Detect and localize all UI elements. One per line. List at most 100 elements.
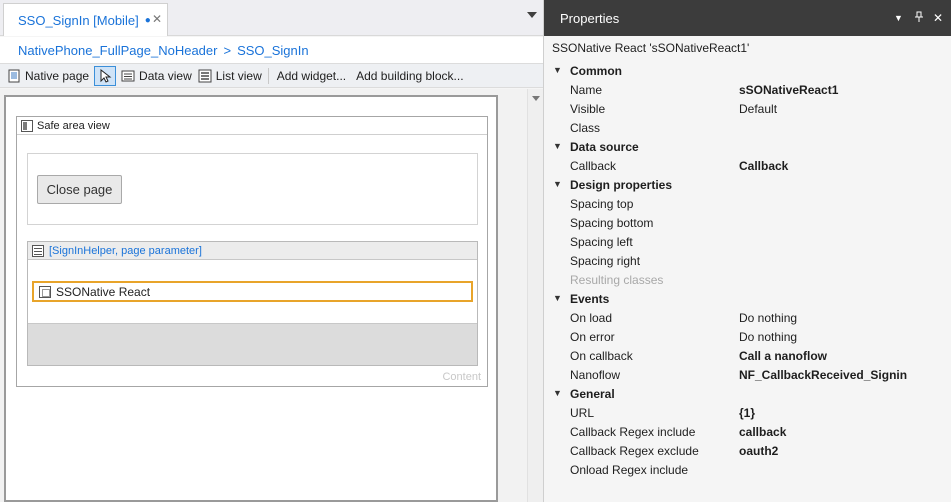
- safe-area-icon: [21, 119, 33, 132]
- property-row[interactable]: URL {1}: [544, 403, 951, 422]
- property-name: Name: [570, 82, 603, 97]
- close-tab-icon[interactable]: ✕: [152, 12, 162, 26]
- property-row[interactable]: On load Do nothing: [544, 308, 951, 327]
- property-value[interactable]: oauth2: [739, 444, 778, 458]
- data-view-label: Data view: [139, 68, 192, 83]
- property-value[interactable]: sSONativeReact1: [739, 83, 838, 97]
- property-name: On error: [570, 329, 615, 344]
- tab-list-dropdown-icon[interactable]: [527, 12, 537, 18]
- properties-pane: Properties ▼ ✕ SSONative React 'sSONativ…: [543, 0, 951, 502]
- property-value[interactable]: Default: [739, 102, 777, 116]
- native-page-icon: [7, 69, 21, 83]
- property-row[interactable]: Callback Regex include callback: [544, 422, 951, 441]
- close-pane-icon[interactable]: ✕: [933, 11, 943, 25]
- property-category[interactable]: ▼ Events: [544, 289, 951, 308]
- list-view-icon: [198, 69, 212, 83]
- page-editor: SSO_SignIn [Mobile] ● ✕ NativePhone_Full…: [0, 0, 543, 502]
- select-pointer-button[interactable]: [94, 65, 117, 86]
- properties-subtitle: SSONative React 'sSONativeReact1': [552, 41, 750, 55]
- document-tab-strip: SSO_SignIn [Mobile] ● ✕: [0, 0, 543, 36]
- property-value[interactable]: Do nothing: [739, 311, 797, 325]
- property-row[interactable]: Spacing left: [544, 232, 951, 251]
- property-value[interactable]: {1}: [739, 406, 755, 420]
- properties-title: Properties: [560, 10, 620, 26]
- document-tab-title: SSO_SignIn [Mobile]: [18, 12, 139, 28]
- breadcrumb: NativePhone_FullPage_NoHeader > SSO_Sign…: [0, 37, 543, 63]
- property-name: Nanoflow: [570, 367, 621, 382]
- document-tab[interactable]: SSO_SignIn [Mobile] ● ✕: [3, 3, 168, 36]
- property-row[interactable]: Resulting classes: [544, 270, 951, 289]
- native-page-label: Native page: [25, 68, 90, 83]
- editor-toolbar: Native page Data view List view Add widg…: [0, 63, 543, 88]
- property-row[interactable]: Nanoflow NF_CallbackReceived_Signin: [544, 365, 951, 384]
- property-value[interactable]: Do nothing: [739, 330, 797, 344]
- collapse-chevron-icon[interactable]: ▼: [553, 65, 562, 75]
- property-name: Spacing right: [570, 253, 641, 268]
- collapse-chevron-icon[interactable]: ▼: [553, 141, 562, 151]
- safe-area-view[interactable]: Safe area view Close page [SignInHelper,…: [16, 116, 488, 387]
- property-name: Spacing left: [570, 234, 633, 249]
- property-category-label: Events: [570, 291, 610, 306]
- data-view-footer[interactable]: [28, 323, 477, 365]
- property-row[interactable]: On error Do nothing: [544, 327, 951, 346]
- data-view-header[interactable]: [SignInHelper, page parameter]: [28, 242, 477, 260]
- page-frame: Safe area view Close page [SignInHelper,…: [4, 95, 498, 502]
- scroll-down-icon[interactable]: [532, 96, 540, 101]
- property-name: Spacing bottom: [570, 215, 654, 230]
- property-value[interactable]: NF_CallbackReceived_Signin: [739, 368, 907, 382]
- property-category[interactable]: ▼ Common: [544, 61, 951, 80]
- property-row[interactable]: Callback Callback: [544, 156, 951, 175]
- property-name: Visible: [570, 101, 606, 116]
- property-category[interactable]: ▼ Data source: [544, 137, 951, 156]
- pointer-icon: [100, 68, 112, 83]
- close-button-container[interactable]: Close page: [27, 153, 478, 225]
- widget-icon: [39, 285, 51, 298]
- modified-dot-icon: ●: [144, 14, 151, 26]
- property-value[interactable]: Callback: [739, 159, 788, 173]
- pane-menu-icon[interactable]: ▼: [894, 13, 903, 23]
- list-view-button[interactable]: List view: [195, 65, 265, 86]
- property-name: Callback: [570, 158, 617, 173]
- close-page-button[interactable]: Close page: [37, 175, 122, 204]
- property-category-label: Data source: [570, 139, 639, 154]
- collapse-chevron-icon[interactable]: ▼: [553, 293, 562, 303]
- property-name: On callback: [570, 348, 633, 363]
- property-row[interactable]: Name sSONativeReact1: [544, 80, 951, 99]
- property-row[interactable]: On callback Call a nanoflow: [544, 346, 951, 365]
- add-widget-button[interactable]: Add widget...: [272, 65, 351, 86]
- collapse-chevron-icon[interactable]: ▼: [553, 388, 562, 398]
- property-name: Onload Regex include: [570, 462, 689, 477]
- breadcrumb-layout-link[interactable]: NativePhone_FullPage_NoHeader: [18, 43, 217, 58]
- widget-label: SSONative React: [56, 284, 151, 299]
- property-name: Spacing top: [570, 196, 634, 211]
- property-name: Callback Regex include: [570, 424, 696, 439]
- property-category-label: General: [570, 386, 615, 401]
- property-row[interactable]: Callback Regex exclude oauth2: [544, 441, 951, 460]
- property-grid: ▼ Common Name sSONativeReact1 Visible Default…: [544, 61, 951, 479]
- breadcrumb-page-link[interactable]: SSO_SignIn: [237, 43, 309, 58]
- property-row[interactable]: Class: [544, 118, 951, 137]
- property-name: Class: [570, 120, 601, 135]
- add-building-block-button[interactable]: Add building block...: [351, 65, 468, 86]
- collapse-chevron-icon[interactable]: ▼: [553, 179, 562, 189]
- property-row[interactable]: Visible Default: [544, 99, 951, 118]
- property-name: URL: [570, 405, 595, 420]
- native-page-button[interactable]: Native page: [4, 65, 92, 86]
- sso-native-react-widget[interactable]: SSONative React: [32, 281, 473, 302]
- vertical-scrollbar[interactable]: [527, 89, 543, 502]
- property-category-label: Common: [570, 63, 622, 78]
- property-value[interactable]: callback: [739, 425, 786, 439]
- property-row[interactable]: Spacing right: [544, 251, 951, 270]
- data-view-button[interactable]: Data view: [118, 65, 195, 86]
- property-row[interactable]: Spacing top: [544, 194, 951, 213]
- pin-icon[interactable]: [914, 11, 924, 26]
- property-row[interactable]: Onload Regex include: [544, 460, 951, 479]
- property-name: Resulting classes: [570, 272, 664, 287]
- data-view-widget[interactable]: [SignInHelper, page parameter] SSONative…: [27, 241, 478, 366]
- property-category[interactable]: ▼ General: [544, 384, 951, 403]
- property-value[interactable]: Call a nanoflow: [739, 349, 827, 363]
- data-view-icon: [121, 69, 135, 83]
- property-category[interactable]: ▼ Design properties: [544, 175, 951, 194]
- property-row[interactable]: Spacing bottom: [544, 213, 951, 232]
- safe-area-label: Safe area view: [37, 119, 110, 132]
